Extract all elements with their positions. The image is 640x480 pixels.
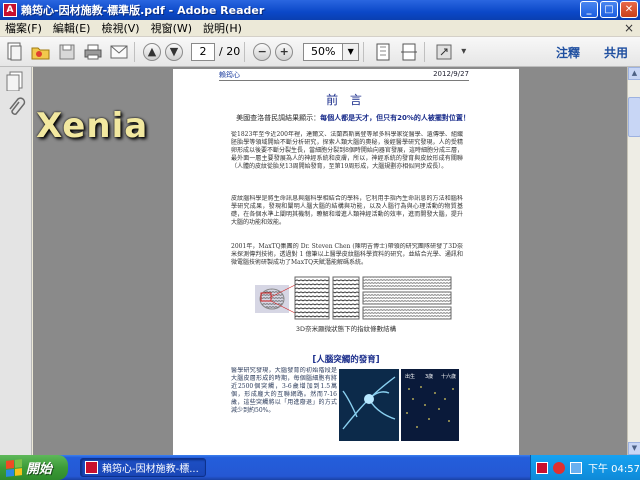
toolbar-separator xyxy=(134,41,135,62)
minimize-button[interactable]: _ xyxy=(580,1,598,18)
start-button[interactable]: 開始 xyxy=(0,455,68,480)
toolbar-separator xyxy=(424,41,426,62)
fit-page-icon[interactable] xyxy=(372,41,394,63)
comment-button[interactable]: 注釋 xyxy=(556,44,580,61)
document-close-button[interactable]: × xyxy=(624,21,634,35)
taskbar-task-adobe-reader[interactable]: 賴筠心-因材施教-標... xyxy=(80,458,206,477)
pdf-page: 賴筠心 2012/9/27 前 言 美國查洛普民調結果顯示：每個人都是天才，但只… xyxy=(173,69,519,455)
adobe-tray-icon[interactable] xyxy=(536,461,548,474)
clock: 下午 04:57 xyxy=(588,464,640,475)
menu-window[interactable]: 視窗(W) xyxy=(146,20,198,36)
page-header: 賴筠心 2012/9/27 xyxy=(219,69,469,81)
subtitle-prefix: 美國查洛普民調結果顯示： xyxy=(236,114,321,122)
page-total: / 20 xyxy=(219,45,241,58)
next-page-button[interactable]: ▼ xyxy=(165,42,183,61)
scroll-up-arrow[interactable]: ▲ xyxy=(628,67,640,80)
paragraph-4: 醫學研究發現，大腦發育的初始階段是大腦皮層形成的時期，每個腦細胞有將近2500個… xyxy=(231,367,337,414)
figure-caption: 3D奈米顯微狀態下的指紋條數結構 xyxy=(295,325,397,333)
scroll-down-arrow[interactable]: ▼ xyxy=(628,442,640,455)
paragraph-3: 2001年，MaxTQ集團的 Dr. Steven Chen (陳明吉博士)帶領… xyxy=(231,243,463,266)
fit-width-icon[interactable] xyxy=(398,41,420,63)
document-subtitle: 美國查洛普民調結果顯示：每個人都是天才，但只有20%的人被擺對位置！ xyxy=(233,113,473,123)
save-icon[interactable] xyxy=(56,41,78,63)
title-bar: A 賴筠心-因材施教-標準版.pdf - Adobe Reader _ □ ✕ xyxy=(0,0,640,20)
toolbar-more-button[interactable]: ▾ xyxy=(461,46,466,57)
header-date: 2012/9/27 xyxy=(433,70,469,78)
toolbar-separator xyxy=(244,41,246,62)
windows-logo-icon xyxy=(6,458,22,477)
watermark-text: Xenia xyxy=(36,106,149,146)
scroll-thumb[interactable] xyxy=(628,97,640,137)
fingerprint-figure xyxy=(255,276,452,320)
window-controls: _ □ ✕ xyxy=(580,1,638,18)
task-label: 賴筠心-因材施教-標... xyxy=(102,464,199,475)
system-tray: 下午 04:57 xyxy=(530,455,640,480)
window-title: 賴筠心-因材施教-標準版.pdf - Adobe Reader xyxy=(21,4,265,17)
synapse-figure: 出生 3歲 十六歲 xyxy=(339,369,459,441)
previous-page-button[interactable]: ▲ xyxy=(143,42,161,61)
brain-label-birth: 出生 xyxy=(405,373,415,380)
start-label: 開始 xyxy=(26,462,53,477)
page-thumbnails-icon[interactable] xyxy=(6,71,26,93)
zoom-out-button[interactable]: − xyxy=(253,42,272,61)
taskbar: 開始 賴筠心-因材施教-標... 下午 04:57 xyxy=(0,455,640,480)
adobe-reader-icon[interactable]: A xyxy=(3,3,17,17)
vertical-scrollbar[interactable]: ▲ ▼ xyxy=(627,67,640,455)
email-icon[interactable] xyxy=(108,41,130,63)
close-button[interactable]: ✕ xyxy=(620,1,638,18)
menu-view[interactable]: 檢視(V) xyxy=(96,20,145,36)
menu-edit[interactable]: 編輯(E) xyxy=(48,20,97,36)
menu-help[interactable]: 說明(H) xyxy=(198,20,248,36)
paragraph-2: 皮紋腦科學是將生命訊息與腦科學相結合的學科，它利用手指內生命訊息的方法和腦科學研… xyxy=(231,195,463,226)
share-button[interactable]: 共用 xyxy=(604,44,628,61)
attachments-icon[interactable] xyxy=(6,97,26,119)
zoom-dropdown-button[interactable]: ▼ xyxy=(343,42,360,61)
document-title: 前 言 xyxy=(326,93,366,107)
brain-label-3y: 3歲 xyxy=(425,373,433,380)
open-file-icon[interactable] xyxy=(30,41,52,63)
toolbar-separator xyxy=(363,41,365,62)
section-heading: [人腦突觸的發育] xyxy=(312,355,380,365)
zoom-in-button[interactable]: + xyxy=(275,42,294,61)
network-tray-icon[interactable] xyxy=(570,461,582,474)
zoom-input[interactable]: 50% xyxy=(303,42,344,61)
security-tray-icon[interactable] xyxy=(553,461,565,474)
page-number-input[interactable]: 2 xyxy=(191,42,215,61)
navigation-panel xyxy=(0,67,32,455)
toolbar: ▲ ▼ 2 / 20 − + 50% ▼ ▾ xyxy=(0,37,640,67)
menu-file[interactable]: 檔案(F) xyxy=(0,20,48,36)
subtitle-emphasis: 每個人都是天才，但只有20%的人被擺對位置！ xyxy=(320,114,470,122)
menu-bar: 檔案(F) 編輯(E) 檢視(V) 視窗(W) 說明(H) × xyxy=(0,20,640,37)
brain-label-16y: 十六歲 xyxy=(441,373,456,380)
maximize-button[interactable]: □ xyxy=(600,1,618,18)
paragraph-1: 從1823年至今近200年裡，達爾文、法蘭西斯高登等眾多科學家從醫學、遺傳學、組… xyxy=(231,131,463,170)
full-screen-icon[interactable] xyxy=(433,41,455,63)
document-view[interactable]: 賴筠心 2012/9/27 前 言 美國查洛普民調結果顯示：每個人都是天才，但只… xyxy=(33,67,627,455)
header-author: 賴筠心 xyxy=(219,71,240,79)
print-icon[interactable] xyxy=(82,41,104,63)
adobe-reader-task-icon xyxy=(85,461,98,474)
create-pdf-icon[interactable] xyxy=(4,41,26,63)
